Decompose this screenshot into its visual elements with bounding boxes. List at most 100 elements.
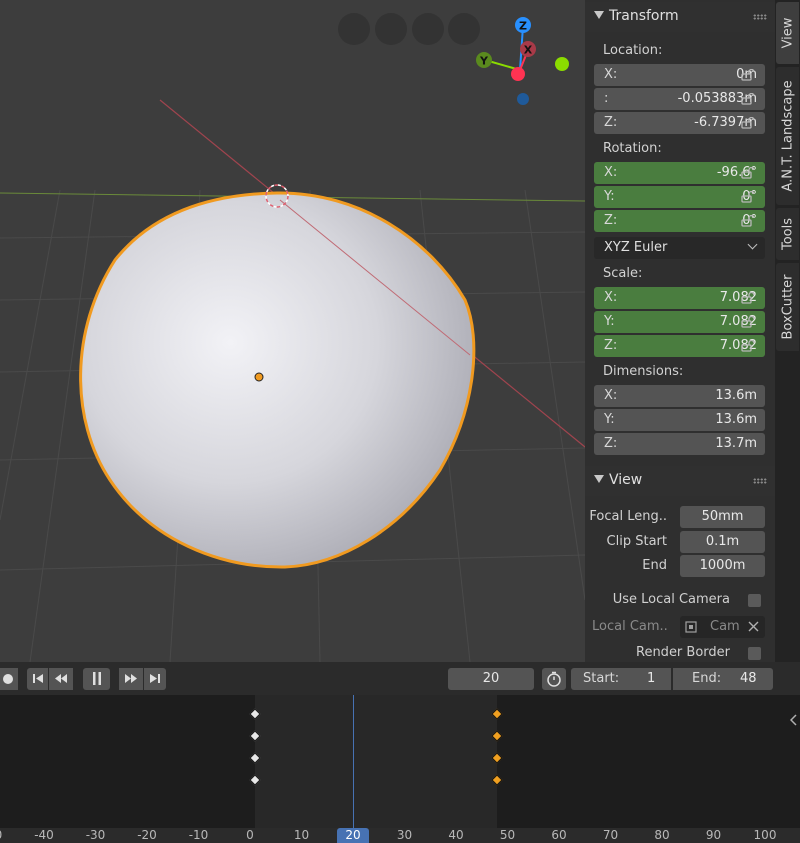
view-title: View <box>609 472 643 488</box>
end-frame-field[interactable]: End: 48 <box>673 668 773 690</box>
rotation-z-label: Z: <box>604 213 618 228</box>
frame-ruler[interactable]: -50 -40 -30 -20 -10 0 10 30 40 50 60 70 80 90 100 20 <box>0 828 800 843</box>
ruler-tick-label: 50 <box>499 828 516 842</box>
drag-grip-icon[interactable] <box>753 478 767 484</box>
transform-panel-header[interactable]: Transform <box>585 2 775 32</box>
location-z-field[interactable]: Z: -6.7397m <box>594 112 765 134</box>
view-panel-header[interactable]: View <box>585 466 775 496</box>
end-frame-value: 48 <box>740 671 757 686</box>
tab-boxcutter[interactable]: BoxCutter <box>776 263 799 351</box>
ruler-tick-label: 10 <box>293 828 310 842</box>
frame-range-highlight <box>255 695 498 828</box>
current-frame-indicator[interactable]: 20 <box>337 828 369 843</box>
pan-icon[interactable] <box>375 13 407 45</box>
use-local-camera-checkbox[interactable] <box>748 594 761 607</box>
close-icon[interactable] <box>748 621 759 632</box>
clip-end-value: 1000m <box>699 558 746 573</box>
rotation-mode-dropdown[interactable]: XYZ Euler <box>594 237 765 259</box>
start-frame-label: Start: <box>583 671 620 686</box>
tab-boxcutter-label: BoxCutter <box>780 274 795 340</box>
clip-end-field[interactable]: 1000m <box>680 555 765 577</box>
scale-x-field[interactable]: X: 7.082 <box>594 287 765 309</box>
record-button[interactable] <box>0 668 18 690</box>
unlock-icon[interactable] <box>741 340 755 352</box>
tab-tools[interactable]: Tools <box>776 208 799 260</box>
tab-view[interactable]: View <box>776 2 799 64</box>
rewind-icon <box>55 674 67 683</box>
sidebar-tabs: View A.N.T. Landscape Tools BoxCutter <box>775 0 800 662</box>
unlock-icon[interactable] <box>741 191 755 203</box>
clip-start-field[interactable]: 0.1m <box>680 531 765 553</box>
jump-keyframe-forward-button[interactable] <box>119 668 143 690</box>
timeline-keyframe-area[interactable] <box>0 695 800 828</box>
scale-y-field[interactable]: Y: 7.082 <box>594 311 765 333</box>
zoom-icon[interactable] <box>338 13 370 45</box>
rotation-z-field[interactable]: Z: 0° <box>594 210 765 232</box>
ruler-tick-label: -10 <box>188 828 209 842</box>
rotation-y-field[interactable]: Y: 0° <box>594 186 765 208</box>
clip-end-label: End <box>642 558 667 573</box>
focal-length-field[interactable]: 50mm <box>680 506 765 528</box>
transform-title: Transform <box>609 8 679 24</box>
perspective-toggle-icon[interactable] <box>448 13 480 45</box>
jump-keyframe-back-button[interactable] <box>49 668 73 690</box>
drag-grip-icon[interactable] <box>753 14 767 20</box>
gizmo-y-label: Y <box>479 55 489 68</box>
ruler-tick-label: -50 <box>0 828 2 842</box>
ruler-tick-label: 70 <box>602 828 619 842</box>
current-frame-field[interactable]: 20 <box>448 668 534 690</box>
unlock-icon[interactable] <box>741 316 755 328</box>
dimensions-z-field[interactable]: Z: 13.7m <box>594 433 765 455</box>
gizmo-neg-z[interactable] <box>517 93 529 105</box>
tab-ant-landscape[interactable]: A.N.T. Landscape <box>776 67 799 205</box>
collapse-triangle-icon[interactable] <box>594 11 604 19</box>
dimensions-y-value: 13.6m <box>715 412 757 427</box>
unlock-icon[interactable] <box>741 93 755 105</box>
unlock-icon[interactable] <box>741 69 755 81</box>
location-z-label: Z: <box>604 115 618 130</box>
jump-start-button[interactable] <box>27 668 48 690</box>
jump-start-icon <box>32 674 43 683</box>
playhead-line[interactable] <box>353 695 354 828</box>
start-frame-value: 1 <box>647 671 656 686</box>
ruler-tick-label: -20 <box>137 828 157 842</box>
collapse-triangle-icon[interactable] <box>594 475 604 483</box>
rotation-y-label: Y: <box>604 189 615 204</box>
local-camera-field[interactable]: Cam <box>680 616 765 638</box>
preview-range-button[interactable] <box>542 668 566 690</box>
render-border-checkbox[interactable] <box>748 647 761 660</box>
dimensions-z-label: Z: <box>604 436 618 451</box>
unlock-icon[interactable] <box>741 215 755 227</box>
ruler-tick-label: -30 <box>85 828 106 842</box>
jump-end-icon <box>150 674 160 683</box>
unlock-icon[interactable] <box>741 292 755 304</box>
location-y-field[interactable]: : -0.053883m <box>594 88 765 110</box>
rotation-label: Rotation: <box>603 141 662 156</box>
start-frame-field[interactable]: Start: 1 <box>571 668 671 690</box>
scale-z-label: Z: <box>604 338 618 353</box>
origin-point[interactable] <box>254 372 264 382</box>
chevron-left-icon[interactable] <box>790 714 798 726</box>
ruler-tick-label: -40 <box>34 828 54 842</box>
dimensions-x-field[interactable]: X: 13.6m <box>594 385 765 407</box>
location-x-field[interactable]: X: 0m <box>594 64 765 86</box>
scale-x-label: X: <box>604 290 618 305</box>
jump-end-button[interactable] <box>144 668 166 690</box>
ruler-tick-label: 40 <box>448 828 464 842</box>
clip-start-value: 0.1m <box>705 534 740 549</box>
tab-tools-label: Tools <box>780 217 795 251</box>
gizmo-neg-x[interactable] <box>511 67 525 81</box>
dimensions-y-field[interactable]: Y: 13.6m <box>594 409 765 431</box>
unlock-icon[interactable] <box>741 117 755 129</box>
rotation-x-field[interactable]: X: -96.6° <box>594 162 765 184</box>
scale-y-label: Y: <box>604 314 615 329</box>
pause-button[interactable] <box>83 668 110 690</box>
focal-length-value: 50mm <box>701 509 744 524</box>
unlock-icon[interactable] <box>741 167 755 179</box>
record-icon <box>3 674 13 684</box>
camera-view-icon[interactable] <box>412 13 444 45</box>
timeline-editor: 20 Start: 1 End: 48 -50 -40 -30 -20 -10 0 10 30… <box>0 662 800 843</box>
gizmo-neg-y[interactable] <box>555 57 569 71</box>
scale-z-field[interactable]: Z: 7.082 <box>594 335 765 357</box>
pause-icon <box>92 672 101 685</box>
